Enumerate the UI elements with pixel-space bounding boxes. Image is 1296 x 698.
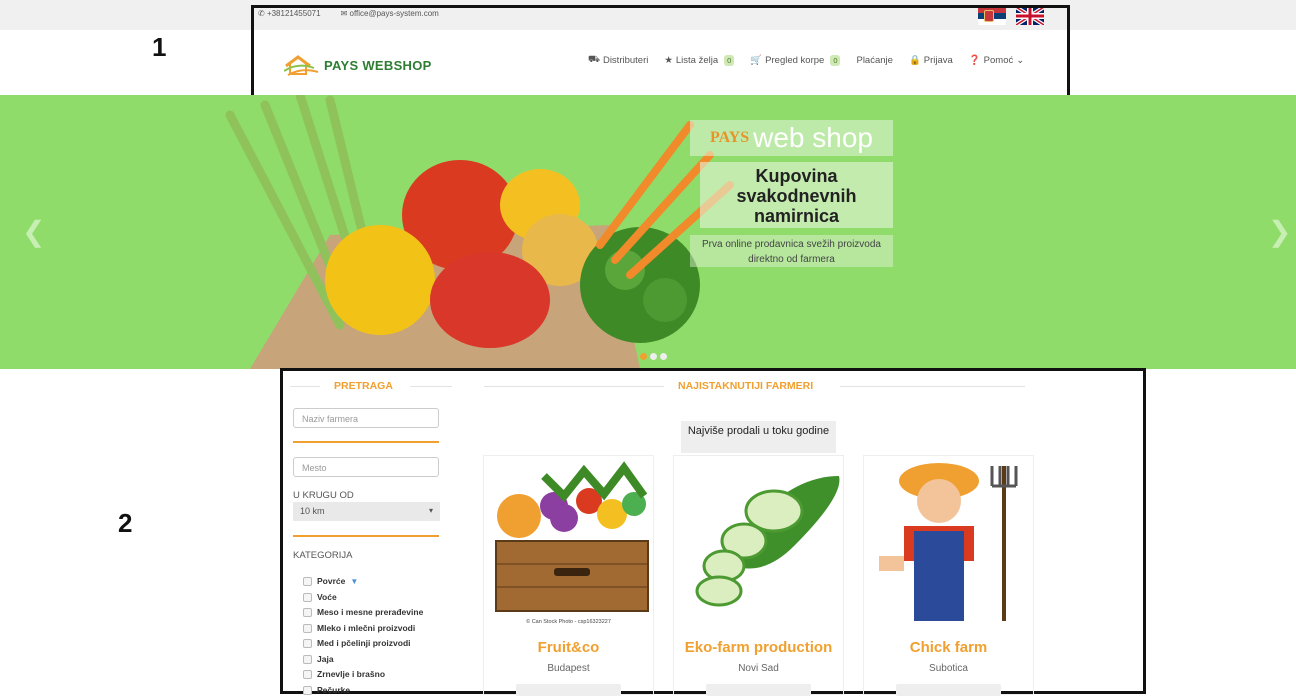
category-checkbox[interactable] bbox=[303, 577, 312, 586]
farmer-card[interactable]: Eko-farm production Novi Sad bbox=[673, 455, 844, 695]
category-item[interactable]: Zrnevlje i brašno bbox=[303, 667, 423, 683]
hero-brand-webshop: web shop bbox=[753, 122, 873, 154]
divider bbox=[410, 386, 452, 387]
category-checkbox[interactable] bbox=[303, 686, 312, 695]
category-checkbox[interactable] bbox=[303, 624, 312, 633]
carousel-dot[interactable] bbox=[650, 353, 657, 360]
radius-label: U KRUGU OD bbox=[293, 490, 354, 501]
category-item[interactable]: Povrće ▼ bbox=[303, 574, 423, 590]
category-checkbox[interactable] bbox=[303, 608, 312, 617]
radius-value: 10 km bbox=[300, 506, 325, 516]
category-item[interactable]: Voće bbox=[303, 590, 423, 606]
carousel-dot[interactable] bbox=[660, 353, 667, 360]
category-list: Povrće ▼ Voće Meso i mesne prerađevine Ml… bbox=[303, 574, 423, 698]
farmer-city: Novi Sad bbox=[674, 663, 843, 674]
search-title: PRETRAGA bbox=[334, 380, 393, 392]
farmer-city: Subotica bbox=[864, 663, 1033, 674]
farmer-card-button[interactable] bbox=[516, 684, 621, 696]
category-item[interactable]: Meso i mesne prerađevine bbox=[303, 605, 423, 621]
image-caption: © Can Stock Photo - csp16323227 bbox=[484, 619, 653, 625]
farmer-cartoon-image bbox=[864, 456, 1033, 626]
category-label-text: Zrnevlje i brašno bbox=[317, 667, 385, 683]
farmer-name[interactable]: Eko-farm production bbox=[674, 639, 843, 656]
carousel-indicators bbox=[640, 353, 667, 360]
fruit-crate-image bbox=[484, 456, 653, 626]
category-label-text: Povrće bbox=[317, 574, 345, 590]
category-item[interactable]: Pečurke bbox=[303, 683, 423, 698]
category-checkbox[interactable] bbox=[303, 639, 312, 648]
carousel-prev-arrow[interactable]: ❮ bbox=[22, 215, 45, 248]
annotation-box-1 bbox=[251, 5, 1070, 99]
category-checkbox[interactable] bbox=[303, 670, 312, 679]
farmer-name[interactable]: Chick farm bbox=[864, 639, 1033, 656]
farmer-card[interactable]: © Can Stock Photo - csp16323227 Fruit&co… bbox=[483, 455, 654, 695]
hero-brand-pays: PAYS bbox=[710, 129, 749, 147]
divider bbox=[290, 386, 320, 387]
farmer-name[interactable]: Fruit&co bbox=[484, 639, 653, 656]
annotation-number-1: 1 bbox=[152, 32, 166, 63]
radius-select[interactable]: 10 km ▾ bbox=[293, 502, 440, 521]
hero-brand: PAYS web shop bbox=[690, 120, 893, 156]
farmer-card[interactable]: Chick farm Subotica bbox=[863, 455, 1034, 695]
farmer-card-button[interactable] bbox=[706, 684, 811, 696]
category-checkbox[interactable] bbox=[303, 593, 312, 602]
farmer-city: Budapest bbox=[484, 663, 653, 674]
hero-headline: Kupovina svakodnevnih namirnica bbox=[700, 162, 893, 228]
annotation-number-2: 2 bbox=[118, 508, 132, 539]
category-label-text: Pečurke bbox=[317, 683, 350, 698]
category-label-text: Med i pčelinji proizvodi bbox=[317, 636, 411, 652]
caret-down-icon[interactable]: ▼ bbox=[350, 574, 358, 590]
farmers-title: NAJISTAKNUTIJI FARMERI bbox=[678, 380, 813, 392]
hero-description: Prva online prodavnica svežih proizvoda … bbox=[690, 235, 893, 267]
divider bbox=[293, 441, 439, 443]
vegetable-bag-image bbox=[0, 95, 1296, 369]
farmer-card-button[interactable] bbox=[896, 684, 1001, 696]
hero-carousel: ❮ ❯ bbox=[0, 95, 1296, 369]
caret-down-icon: ▾ bbox=[429, 506, 433, 515]
category-item[interactable]: Med i pčelinji proizvodi bbox=[303, 636, 423, 652]
carousel-next-arrow[interactable]: ❯ bbox=[1268, 215, 1291, 248]
place-input[interactable]: Mesto bbox=[293, 457, 439, 477]
category-label-text: Voće bbox=[317, 590, 337, 606]
category-label-text: Mleko i mlečni proizvodi bbox=[317, 621, 415, 637]
divider bbox=[293, 535, 439, 537]
category-item[interactable]: Mleko i mlečni proizvodi bbox=[303, 621, 423, 637]
cucumber-image bbox=[674, 456, 843, 626]
category-label-text: Meso i mesne prerađevine bbox=[317, 605, 423, 621]
category-item[interactable]: Jaja bbox=[303, 652, 423, 668]
carousel-dot[interactable] bbox=[640, 353, 647, 360]
category-label-text: Jaja bbox=[317, 652, 334, 668]
category-label: KATEGORIJA bbox=[293, 550, 352, 561]
divider bbox=[484, 386, 664, 387]
farmer-name-input[interactable]: Naziv farmera bbox=[293, 408, 439, 428]
category-checkbox[interactable] bbox=[303, 655, 312, 664]
top-sellers-tooltip: Najviše prodali u toku godine bbox=[681, 421, 836, 453]
divider bbox=[840, 386, 1025, 387]
